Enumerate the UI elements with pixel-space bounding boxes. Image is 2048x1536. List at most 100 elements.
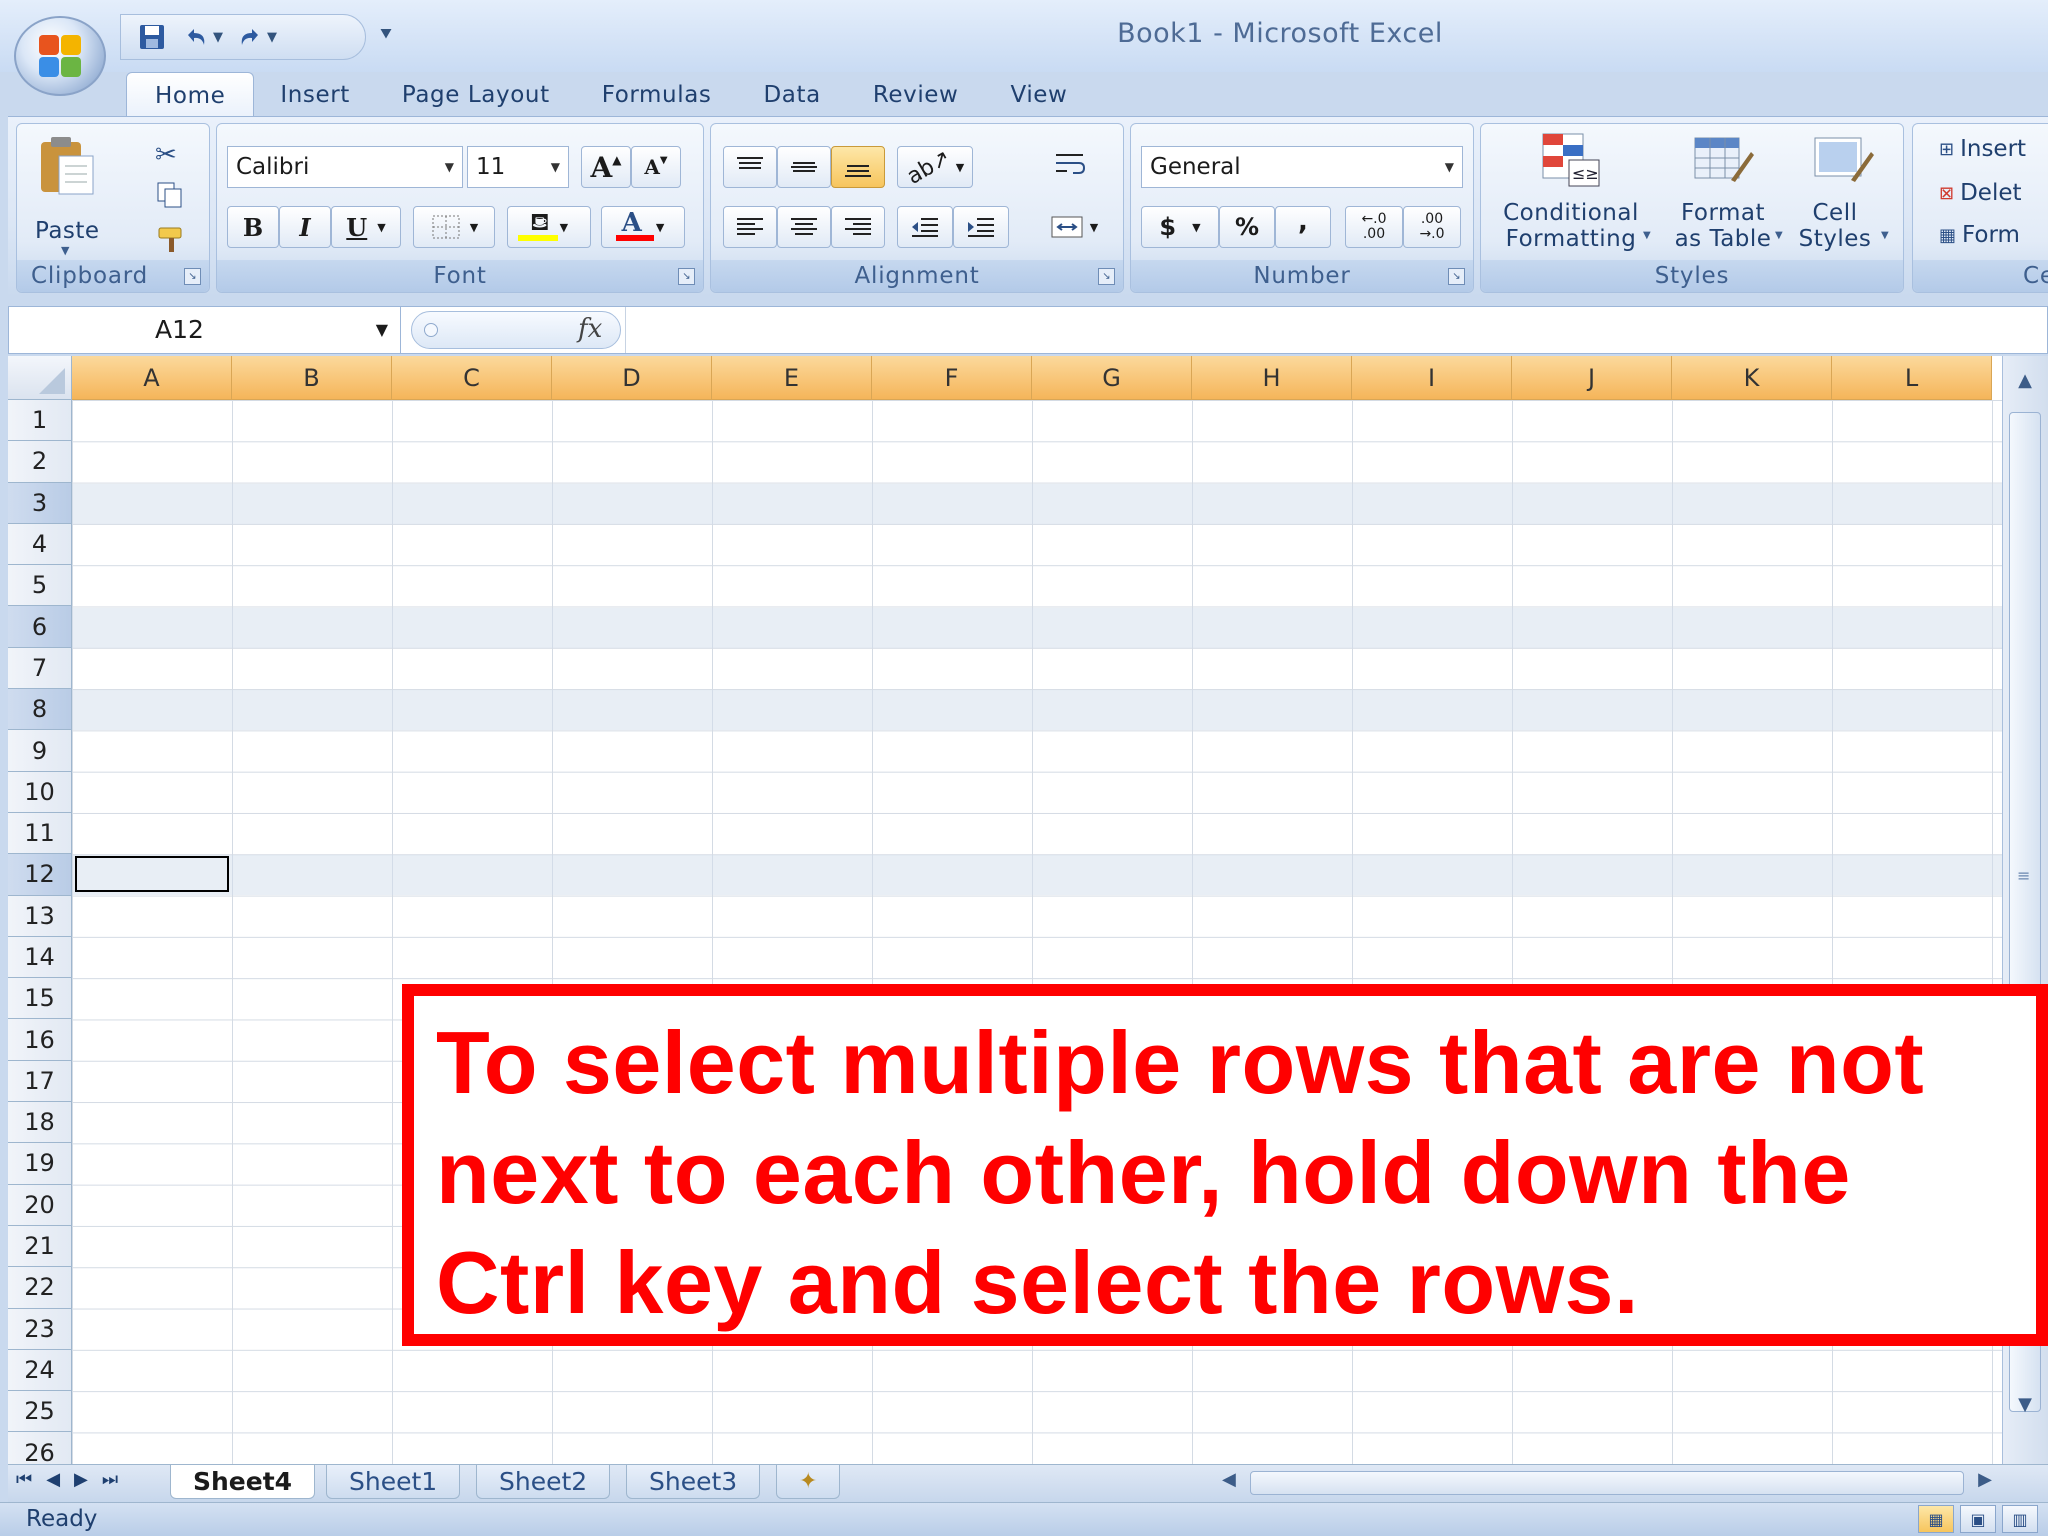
- bottom-align-button[interactable]: [831, 146, 885, 188]
- top-align-button[interactable]: [723, 146, 777, 188]
- decrease-decimal-button[interactable]: .00 →.0: [1403, 206, 1461, 248]
- number-launcher-icon[interactable]: ↘: [1448, 268, 1465, 285]
- normal-view-icon[interactable]: ▦: [1918, 1505, 1954, 1533]
- row-header-17[interactable]: 17: [8, 1060, 72, 1103]
- row-header-16[interactable]: 16: [8, 1019, 72, 1061]
- row-header-7[interactable]: 7: [8, 647, 72, 690]
- row-header-1[interactable]: 1: [8, 400, 72, 442]
- align-left-button[interactable]: [723, 206, 777, 248]
- redo-dropdown-icon[interactable]: ▼: [267, 30, 277, 45]
- first-sheet-icon[interactable]: ⏮: [16, 1469, 32, 1490]
- row-header-13[interactable]: 13: [8, 895, 72, 937]
- row-header-11[interactable]: 11: [8, 812, 72, 855]
- font-launcher-icon[interactable]: ↘: [678, 268, 695, 285]
- row-header-12[interactable]: 12: [8, 854, 72, 896]
- bold-button[interactable]: B: [227, 206, 279, 248]
- grow-font-button[interactable]: A ▲: [581, 146, 631, 188]
- page-layout-view-icon[interactable]: ▣: [1960, 1505, 1996, 1533]
- row-header-19[interactable]: 19: [8, 1143, 72, 1185]
- tab-formulas[interactable]: Formulas: [576, 72, 738, 118]
- fill-color-button[interactable]: ⛾ ▼: [507, 206, 591, 248]
- currency-button[interactable]: $ ▼: [1141, 206, 1219, 248]
- clipboard-launcher-icon[interactable]: ↘: [184, 268, 201, 285]
- page-break-view-icon[interactable]: ▥: [2002, 1505, 2038, 1533]
- floppy-disk-icon[interactable]: [135, 20, 169, 54]
- row-header-4[interactable]: 4: [8, 523, 72, 566]
- tab-data[interactable]: Data: [737, 72, 846, 118]
- format-painter-icon[interactable]: [155, 224, 189, 254]
- sheet-tab-sheet4[interactable]: Sheet4: [170, 1465, 316, 1499]
- delete-cells-button[interactable]: ⊠ Delet: [1939, 180, 2022, 206]
- row-header-10[interactable]: 10: [8, 771, 72, 813]
- row-header-6[interactable]: 6: [8, 606, 72, 648]
- cell-styles-button[interactable]: Cell Styles ▼: [1789, 130, 1897, 258]
- row-header-24[interactable]: 24: [8, 1349, 72, 1392]
- cut-icon[interactable]: ✂: [155, 140, 177, 170]
- borders-button[interactable]: ▼: [413, 206, 495, 248]
- office-button[interactable]: [14, 16, 106, 96]
- wrap-text-button[interactable]: [1045, 144, 1095, 186]
- row-header-21[interactable]: 21: [8, 1225, 72, 1268]
- column-header-l[interactable]: L: [1832, 356, 1992, 400]
- underline-button[interactable]: U ▼: [331, 206, 401, 248]
- row-header-8[interactable]: 8: [8, 689, 72, 731]
- column-header-b[interactable]: B: [232, 356, 392, 400]
- horizontal-scroll-thumb[interactable]: [1250, 1471, 1964, 1495]
- select-all-button[interactable]: [8, 356, 72, 400]
- column-header-i[interactable]: I: [1352, 356, 1512, 400]
- percent-button[interactable]: %: [1219, 206, 1275, 248]
- formula-bar-resize-handle[interactable]: [424, 323, 438, 337]
- column-header-a[interactable]: A: [72, 356, 232, 400]
- prev-sheet-icon[interactable]: ◀: [46, 1469, 60, 1490]
- tab-view[interactable]: View: [984, 72, 1093, 118]
- insert-sheet-button[interactable]: ✦: [776, 1465, 841, 1499]
- font-size-combo[interactable]: 11 ▼: [467, 146, 569, 188]
- tab-page-layout[interactable]: Page Layout: [376, 72, 576, 118]
- align-center-button[interactable]: [777, 206, 831, 248]
- row-header-18[interactable]: 18: [8, 1102, 72, 1144]
- column-header-c[interactable]: C: [392, 356, 552, 400]
- undo-icon[interactable]: [179, 20, 213, 54]
- format-cells-button[interactable]: ▦ Form: [1939, 222, 2020, 248]
- increase-indent-button[interactable]: [953, 206, 1009, 248]
- horizontal-scrollbar[interactable]: ◀ ▶: [1214, 1469, 2000, 1497]
- paste-button[interactable]: Paste: [35, 134, 99, 244]
- paste-dropdown-icon[interactable]: ▼: [61, 244, 69, 257]
- column-header-e[interactable]: E: [712, 356, 872, 400]
- formula-input[interactable]: [625, 307, 2047, 353]
- row-header-5[interactable]: 5: [8, 565, 72, 607]
- font-name-combo[interactable]: Calibri ▼: [227, 146, 463, 188]
- orientation-button[interactable]: ab↗ ▼: [897, 145, 973, 189]
- redo-icon[interactable]: [233, 20, 267, 54]
- align-right-button[interactable]: [831, 206, 885, 248]
- decrease-indent-button[interactable]: [897, 206, 953, 248]
- last-sheet-icon[interactable]: ⏭: [102, 1469, 118, 1490]
- row-header-14[interactable]: 14: [8, 936, 72, 979]
- row-header-25[interactable]: 25: [8, 1391, 72, 1433]
- scroll-right-icon[interactable]: ▶: [1978, 1469, 1992, 1490]
- chevron-down-icon[interactable]: ▼: [376, 307, 388, 353]
- italic-button[interactable]: I: [279, 206, 331, 248]
- column-header-g[interactable]: G: [1032, 356, 1192, 400]
- column-header-j[interactable]: J: [1512, 356, 1672, 400]
- scroll-left-icon[interactable]: ◀: [1222, 1469, 1236, 1490]
- undo-dropdown-icon[interactable]: ▼: [213, 30, 223, 45]
- tab-review[interactable]: Review: [847, 72, 985, 118]
- sheet-tab-sheet2[interactable]: Sheet2: [476, 1465, 611, 1499]
- column-header-d[interactable]: D: [552, 356, 712, 400]
- font-color-button[interactable]: A ▼: [601, 206, 685, 248]
- name-box[interactable]: A12 ▼: [9, 307, 401, 353]
- active-cell[interactable]: [75, 856, 229, 892]
- column-header-f[interactable]: F: [872, 356, 1032, 400]
- row-header-15[interactable]: 15: [8, 978, 72, 1020]
- insert-cells-button[interactable]: ⊞ Insert: [1939, 136, 2026, 162]
- scroll-up-icon[interactable]: ▲: [2009, 364, 2041, 396]
- middle-align-button[interactable]: [777, 146, 831, 188]
- row-header-3[interactable]: 3: [8, 482, 72, 524]
- conditional-formatting-button[interactable]: ≤≥ Conditional Formatting ▼: [1487, 130, 1655, 258]
- sheet-tab-sheet3[interactable]: Sheet3: [626, 1465, 761, 1499]
- number-format-combo[interactable]: General ▼: [1141, 146, 1463, 188]
- merge-center-button[interactable]: ▼: [1037, 206, 1111, 248]
- tab-home[interactable]: Home: [126, 72, 255, 118]
- column-header-k[interactable]: K: [1672, 356, 1832, 400]
